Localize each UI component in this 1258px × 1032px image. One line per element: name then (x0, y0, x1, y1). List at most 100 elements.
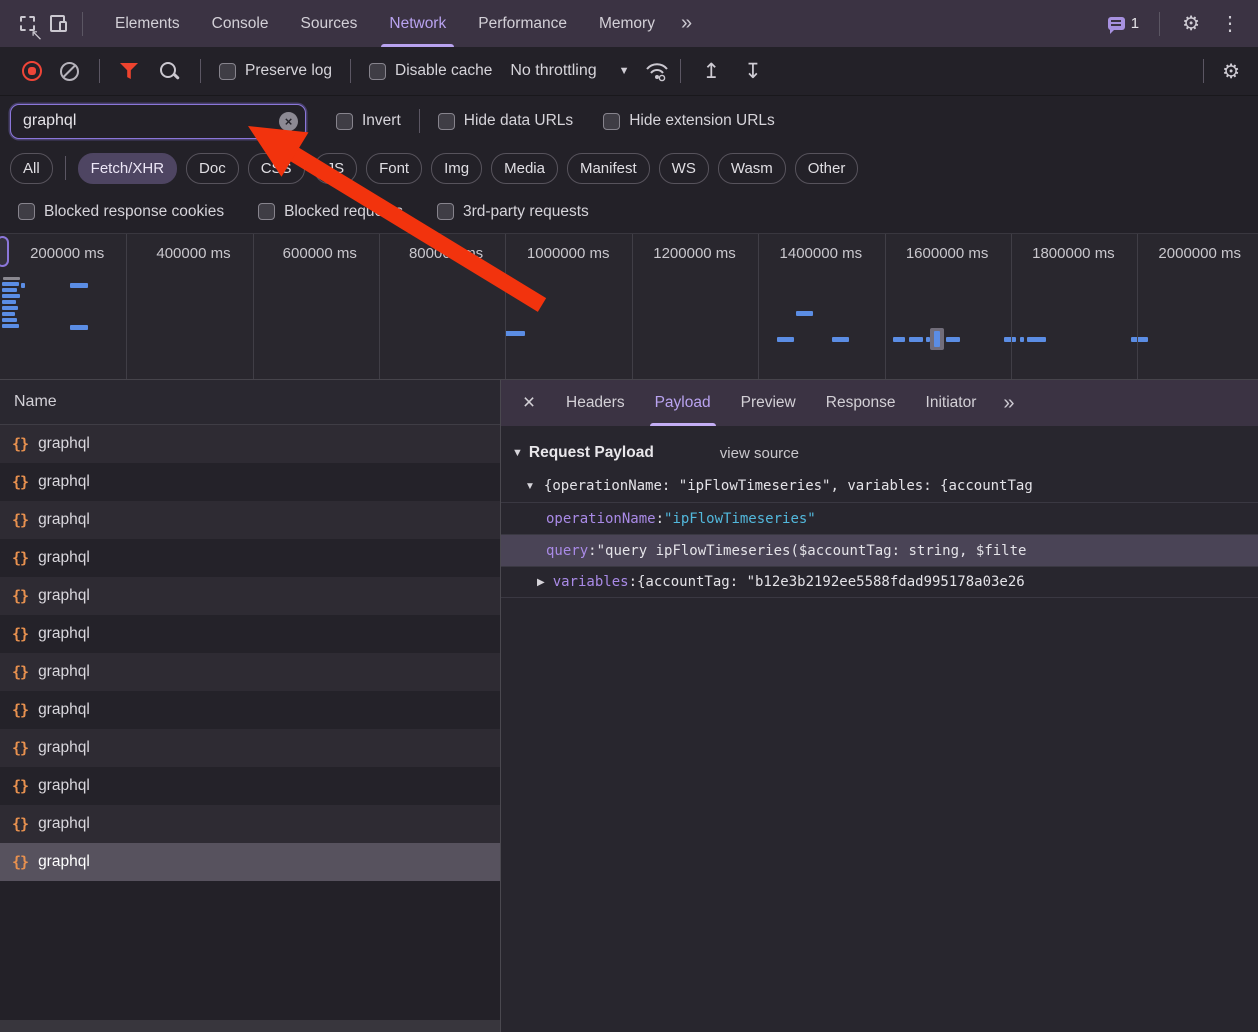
filter-chip-fetchxhr[interactable]: Fetch/XHR (78, 153, 177, 184)
payload-key: variables (553, 574, 629, 590)
filter-chip-doc[interactable]: Doc (186, 153, 239, 184)
xhr-json-icon: {} (12, 815, 28, 833)
invert-checkbox[interactable]: Invert (328, 112, 409, 130)
checkbox-box (336, 113, 353, 130)
waterfall-markercore (934, 331, 940, 347)
kebab-menu-icon[interactable]: ⋮ (1212, 11, 1248, 36)
xhr-json-icon: {} (12, 701, 28, 719)
toolbar-divider (350, 59, 351, 83)
view-source-link[interactable]: view source (720, 445, 799, 462)
checkbox-box (258, 203, 275, 220)
filter-chip-js[interactable]: JS (314, 153, 358, 184)
timeline-tick-label: 1200000 ms (632, 234, 758, 272)
tab-console[interactable]: Console (196, 0, 285, 47)
details-tab-initiator[interactable]: Initiator (911, 380, 992, 426)
filter-chip-img[interactable]: Img (431, 153, 482, 184)
throttling-dropdown[interactable]: No throttling ▼ (500, 62, 643, 80)
blocked-requests-checkbox[interactable]: Blocked requests (250, 203, 411, 221)
timeline-grid-divider (126, 234, 127, 379)
preserve-log-label: Preserve log (245, 62, 332, 80)
payload-tree: operationName: "ipFlowTimeseries"query: … (501, 502, 1258, 598)
export-har-icon[interactable]: ↧ (732, 61, 774, 82)
request-row[interactable]: {}graphql (0, 653, 500, 691)
tab-memory[interactable]: Memory (583, 0, 671, 47)
issues-count: 1 (1131, 15, 1139, 32)
blocked-response-cookies-checkbox[interactable]: Blocked response cookies (10, 203, 232, 221)
request-row[interactable]: {}graphql (0, 577, 500, 615)
hide-extension-urls-label: Hide extension URLs (629, 112, 775, 130)
more-panels-icon[interactable]: » (671, 12, 700, 35)
filter-funnel-icon[interactable] (120, 63, 138, 79)
request-row[interactable]: {}graphql (0, 691, 500, 729)
device-toolbar-icon[interactable] (42, 9, 72, 39)
tab-elements[interactable]: Elements (99, 0, 196, 47)
request-payload-section[interactable]: ▼ Request Payload view source (501, 436, 1258, 470)
clear-button[interactable] (60, 62, 79, 81)
request-row[interactable]: {}graphql (0, 539, 500, 577)
network-settings-gear-icon[interactable]: ⚙ (1214, 59, 1248, 84)
import-har-icon[interactable]: ↥ (691, 61, 733, 82)
issues-button[interactable]: 1 (1102, 15, 1145, 32)
hide-extension-urls-checkbox[interactable]: Hide extension URLs (595, 112, 783, 130)
disable-cache-checkbox[interactable]: Disable cache (361, 62, 500, 80)
3rd-party-requests-checkbox[interactable]: 3rd-party requests (429, 203, 597, 221)
filter-chip-ws[interactable]: WS (659, 153, 709, 184)
filter-chip-wasm[interactable]: Wasm (718, 153, 786, 184)
filter-chip-media[interactable]: Media (491, 153, 558, 184)
close-details-icon[interactable]: × (507, 380, 551, 426)
request-row[interactable]: {}graphql (0, 729, 500, 767)
devtools-top-tabbar: ↖ ElementsConsoleSourcesNetworkPerforman… (0, 0, 1258, 47)
section-expander-icon[interactable]: ▼ (512, 447, 523, 459)
details-tab-headers[interactable]: Headers (551, 380, 640, 426)
tab-performance[interactable]: Performance (462, 0, 583, 47)
request-details-panel: × HeadersPayloadPreviewResponseInitiator… (501, 380, 1258, 1032)
filter-input[interactable] (10, 104, 306, 139)
payload-row-operationName[interactable]: operationName: "ipFlowTimeseries" (501, 502, 1258, 534)
payload-separator: : (629, 574, 637, 590)
hide-data-urls-checkbox[interactable]: Hide data URLs (430, 112, 581, 130)
waterfall-bar (2, 312, 15, 316)
waterfall-bar (1004, 337, 1016, 342)
payload-summary-row[interactable]: ▼ {operationName: "ipFlowTimeseries", va… (501, 470, 1258, 502)
filter-chip-all[interactable]: All (10, 153, 53, 184)
request-name: graphql (38, 739, 90, 757)
payload-row-query[interactable]: query: "query ipFlowTimeseries($accountT… (501, 534, 1258, 566)
preserve-log-checkbox[interactable]: Preserve log (211, 62, 340, 80)
network-overview-timeline[interactable]: 200000 ms400000 ms600000 ms800000 ms1000… (0, 233, 1258, 380)
device-inner-shape (59, 21, 67, 32)
search-icon[interactable] (158, 60, 180, 82)
filter-chip-manifest[interactable]: Manifest (567, 153, 650, 184)
request-name: graphql (38, 853, 90, 871)
tab-sources[interactable]: Sources (285, 0, 374, 47)
more-details-tabs-icon[interactable]: » (991, 380, 1024, 426)
filter-chip-font[interactable]: Font (366, 153, 422, 184)
request-row[interactable]: {}graphql (0, 615, 500, 653)
clear-filter-icon[interactable]: × (279, 112, 298, 131)
request-row[interactable]: {} graphql (0, 843, 500, 881)
request-row[interactable]: {}graphql (0, 463, 500, 501)
expander-icon[interactable]: ▼ (525, 481, 535, 492)
payload-value: "ipFlowTimeseries" (664, 511, 816, 527)
payload-row-variables[interactable]: ▶ variables: {accountTag: "b12e3b2192ee55… (501, 566, 1258, 598)
request-row[interactable]: {}graphql (0, 501, 500, 539)
timeline-tick-label: 1000000 ms (505, 234, 631, 272)
name-column-header[interactable]: Name (0, 380, 500, 425)
request-row[interactable]: {}graphql (0, 425, 500, 463)
settings-gear-icon[interactable]: ⚙ (1174, 11, 1208, 36)
filter-chip-css[interactable]: CSS (248, 153, 305, 184)
details-tab-payload[interactable]: Payload (640, 380, 726, 426)
filter-chip-other[interactable]: Other (795, 153, 859, 184)
record-button[interactable] (22, 61, 42, 81)
network-conditions-icon[interactable] (644, 60, 670, 82)
inspect-element-icon[interactable]: ↖ (12, 9, 42, 39)
details-tab-response[interactable]: Response (811, 380, 911, 426)
tab-network[interactable]: Network (373, 0, 462, 47)
waterfall-bar (505, 331, 525, 336)
request-row[interactable]: {}graphql (0, 805, 500, 843)
waterfall-bar (2, 288, 17, 292)
details-tab-preview[interactable]: Preview (726, 380, 811, 426)
request-row[interactable]: {}graphql (0, 767, 500, 805)
payload-value: {accountTag: "b12e3b2192ee5588fdad995178… (637, 574, 1025, 590)
xhr-json-icon: {} (12, 853, 28, 871)
expander-icon[interactable]: ▶ (537, 577, 545, 588)
